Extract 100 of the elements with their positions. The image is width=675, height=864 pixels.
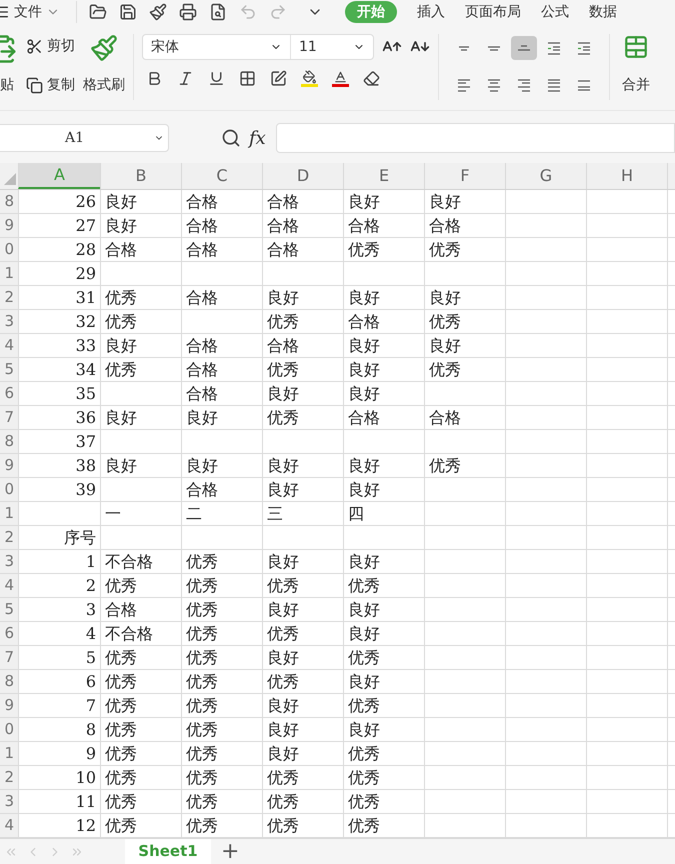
table-cell-text: 优秀 bbox=[429, 310, 461, 332]
column-header[interactable]: A bbox=[18, 163, 100, 189]
row-header[interactable]: 8 bbox=[0, 190, 18, 213]
table-cell-text: 合格 bbox=[105, 238, 137, 260]
row-header[interactable]: 3 bbox=[0, 310, 18, 333]
row-header[interactable]: 1 bbox=[0, 502, 18, 525]
copy-button[interactable]: 复制 bbox=[26, 75, 75, 96]
table-cell-text: 优秀 bbox=[267, 766, 299, 788]
row-header[interactable]: 3 bbox=[0, 790, 18, 813]
table-cell-text: 良好 bbox=[348, 382, 380, 404]
table-cell-text: 优秀 bbox=[267, 406, 299, 428]
table-cell-text: 33 bbox=[76, 334, 96, 356]
table-cell-text: 合格 bbox=[429, 214, 461, 236]
table-cell-text: 27 bbox=[76, 214, 96, 236]
row-header[interactable]: 2 bbox=[0, 526, 18, 549]
borders-icon[interactable] bbox=[239, 70, 256, 87]
row-header[interactable]: 6 bbox=[0, 382, 18, 405]
table-cell-text: 优秀 bbox=[105, 286, 137, 308]
font-color-icon[interactable] bbox=[332, 70, 349, 87]
ribbon-tab[interactable]: 插入 bbox=[417, 1, 445, 23]
column-header[interactable]: F bbox=[424, 163, 505, 189]
save-icon[interactable] bbox=[119, 3, 137, 21]
table-cell-text: 良好 bbox=[267, 382, 299, 404]
table-cell-text: 优秀 bbox=[348, 814, 380, 836]
row-header[interactable]: 9 bbox=[0, 454, 18, 477]
row-header[interactable]: 4 bbox=[0, 334, 18, 357]
row-header[interactable]: 4 bbox=[0, 814, 18, 837]
printer-icon[interactable] bbox=[179, 3, 197, 21]
align-icon bbox=[458, 46, 470, 50]
name-box[interactable]: A1 bbox=[0, 124, 169, 152]
row-header[interactable]: 5 bbox=[0, 598, 18, 621]
table-cell-text: 良好 bbox=[105, 214, 137, 236]
align-button[interactable] bbox=[511, 36, 537, 60]
table-cell-text: 7 bbox=[86, 694, 96, 716]
table-cell-text: 优秀 bbox=[267, 574, 299, 596]
table-cell-text: 合格 bbox=[267, 214, 299, 236]
row-header[interactable]: 0 bbox=[0, 718, 18, 741]
table-cell-text: 合格 bbox=[186, 238, 218, 260]
brush-icon[interactable] bbox=[149, 3, 167, 21]
fill-color-icon[interactable] bbox=[301, 70, 318, 87]
paste-button[interactable]: 贴 bbox=[0, 34, 18, 96]
formula-input[interactable] bbox=[276, 123, 675, 153]
ribbon-tab[interactable]: 页面布局 bbox=[465, 1, 521, 23]
align-icon bbox=[578, 80, 590, 90]
row-header[interactable]: 0 bbox=[0, 238, 18, 261]
table-cell-text: 优秀 bbox=[186, 790, 218, 812]
zoom-icon[interactable] bbox=[221, 128, 241, 148]
align-icon bbox=[548, 42, 560, 54]
row-header[interactable]: 3 bbox=[0, 550, 18, 573]
row-header[interactable]: 6 bbox=[0, 622, 18, 645]
table-cell-text: 4 bbox=[86, 622, 96, 644]
row-header[interactable]: 1 bbox=[0, 742, 18, 765]
table-cell-text: 38 bbox=[76, 454, 96, 476]
cell-style-icon[interactable] bbox=[270, 70, 287, 87]
row-header[interactable]: 1 bbox=[0, 262, 18, 285]
table-cell-text: 优秀 bbox=[429, 358, 461, 380]
row-header[interactable]: 8 bbox=[0, 670, 18, 693]
column-header[interactable]: D bbox=[262, 163, 343, 189]
table-cell-text: 合格 bbox=[186, 190, 218, 212]
row-header[interactable]: 4 bbox=[0, 574, 18, 597]
table-cell-text: 良好 bbox=[348, 718, 380, 740]
column-header[interactable]: E bbox=[343, 163, 424, 189]
row-header[interactable]: 2 bbox=[0, 286, 18, 309]
format-painter-button[interactable]: 格式刷 bbox=[83, 34, 125, 96]
ribbon-tab[interactable]: 数据 bbox=[589, 1, 617, 23]
column-header[interactable]: H bbox=[586, 163, 667, 189]
row-header[interactable]: 8 bbox=[0, 430, 18, 453]
table-cell-text: 良好 bbox=[348, 454, 380, 476]
row-header[interactable]: 5 bbox=[0, 358, 18, 381]
align-icon bbox=[518, 45, 530, 51]
table-cell-text: 良好 bbox=[186, 406, 218, 428]
function-label[interactable]: fx bbox=[249, 124, 266, 152]
sheet-tab[interactable]: Sheet1 bbox=[125, 839, 211, 864]
align-icon bbox=[488, 78, 500, 92]
row-header[interactable]: 0 bbox=[0, 478, 18, 501]
underline-icon[interactable] bbox=[208, 70, 225, 87]
cut-button[interactable]: 剪切 bbox=[26, 36, 75, 57]
open-folder-icon[interactable] bbox=[89, 3, 107, 21]
row-header[interactable]: 9 bbox=[0, 694, 18, 717]
add-sheet-button[interactable]: + bbox=[221, 839, 240, 864]
table-cell-text: 37 bbox=[76, 430, 96, 452]
table-cell-text: 合格 bbox=[186, 478, 218, 500]
file-menu[interactable]: 文件 bbox=[0, 2, 68, 22]
table-cell-text: 29 bbox=[76, 262, 96, 284]
row-header[interactable]: 2 bbox=[0, 766, 18, 789]
table-cell-text: 三 bbox=[267, 502, 283, 524]
column-header[interactable]: C bbox=[181, 163, 262, 189]
row-header[interactable]: 9 bbox=[0, 214, 18, 237]
ribbon-tab[interactable]: 开始 bbox=[345, 1, 397, 23]
italic-icon[interactable] bbox=[177, 70, 194, 87]
eraser-icon[interactable] bbox=[363, 70, 380, 87]
column-header[interactable]: G bbox=[505, 163, 586, 189]
row-header[interactable]: 7 bbox=[0, 406, 18, 429]
row-header[interactable]: 7 bbox=[0, 646, 18, 669]
merge-button[interactable]: 合并 bbox=[610, 34, 650, 96]
print-preview-icon[interactable] bbox=[209, 3, 227, 21]
table-cell-text: 良好 bbox=[267, 454, 299, 476]
ribbon-tab[interactable]: 公式 bbox=[541, 1, 569, 23]
column-header[interactable]: B bbox=[100, 163, 181, 189]
table-cell-text: 一 bbox=[105, 502, 121, 524]
